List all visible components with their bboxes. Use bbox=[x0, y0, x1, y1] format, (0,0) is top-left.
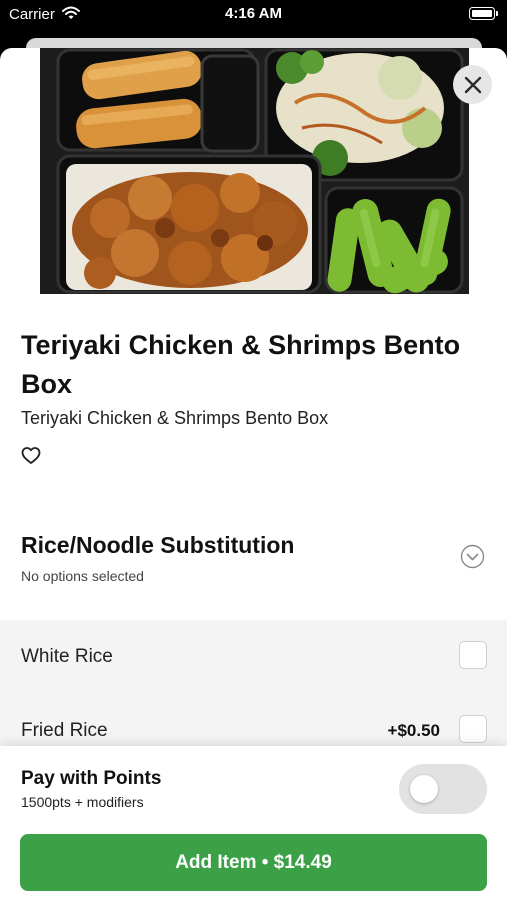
status-time: 4:16 AM bbox=[225, 5, 282, 22]
item-image bbox=[40, 48, 469, 294]
modifier-group-status: No options selected bbox=[21, 568, 144, 584]
chevron-down-icon[interactable] bbox=[460, 544, 485, 569]
option-checkbox[interactable] bbox=[459, 641, 487, 669]
status-bar: Carrier 4:16 AM bbox=[0, 0, 507, 30]
add-item-button[interactable]: Add Item • $14.49 bbox=[20, 834, 487, 891]
battery-icon bbox=[469, 7, 498, 20]
option-label: Fried Rice bbox=[21, 720, 108, 741]
option-white-rice[interactable]: White Rice bbox=[0, 620, 507, 694]
points-cost-label: 1500pts + modifiers bbox=[21, 794, 144, 810]
modifier-group-title: Rice/Noodle Substitution bbox=[21, 532, 295, 558]
option-price: +$0.50 bbox=[387, 721, 440, 740]
option-label: White Rice bbox=[21, 646, 113, 667]
modifier-group-header[interactable]: Rice/Noodle Substitution No options sele… bbox=[0, 518, 507, 618]
pay-with-points-label: Pay with Points bbox=[21, 768, 162, 789]
close-button[interactable] bbox=[453, 65, 492, 104]
toggle-knob bbox=[410, 775, 438, 803]
option-checkbox[interactable] bbox=[459, 715, 487, 743]
item-title: Teriyaki Chicken & Shrimps Bento Box bbox=[21, 330, 461, 399]
item-detail-sheet: Teriyaki Chicken & Shrimps Bento Box Ter… bbox=[0, 48, 507, 900]
pay-with-points-toggle[interactable] bbox=[399, 764, 487, 814]
heart-icon[interactable] bbox=[21, 446, 41, 466]
close-icon bbox=[464, 76, 481, 93]
item-description: Teriyaki Chicken & Shrimps Bento Box bbox=[21, 408, 329, 428]
checkout-footer: Pay with Points 1500pts + modifiers Add … bbox=[0, 746, 507, 900]
